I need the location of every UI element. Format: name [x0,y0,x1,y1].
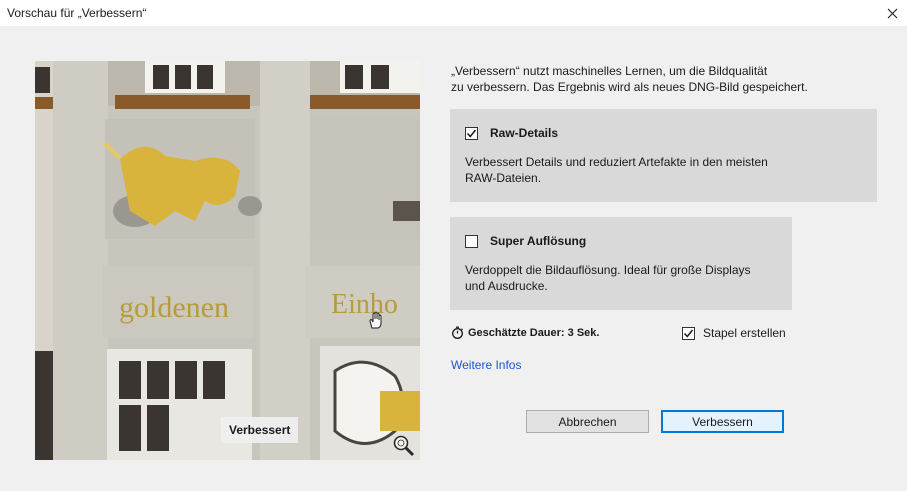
close-button[interactable] [877,0,907,26]
preview-image[interactable]: goldenen Einho Verbessert [35,61,420,460]
super-resolution-description: Verdoppelt die Bildauflösung. Ideal für … [465,262,805,294]
preview-label: Verbessert [221,417,299,443]
title-bar: Vorschau für „Verbessern“ [0,0,907,26]
raw-details-panel[interactable]: Raw-Details Verbessert Details und reduz… [450,109,877,202]
description-line-2: zu verbessern. Das Ergebnis wird als neu… [451,80,808,94]
description-line-1: „Verbessern“ nutzt maschinelles Lernen, … [451,64,768,78]
raw-details-option[interactable]: Raw-Details [465,126,558,140]
cancel-button[interactable]: Abbrechen [526,410,649,433]
super-resolution-line-2: und Ausdrucke. [465,279,548,293]
stopwatch-icon [452,326,463,339]
enhance-button[interactable]: Verbessern [661,410,784,433]
create-stack-checkbox[interactable] [682,326,695,340]
raw-details-description: Verbessert Details und reduziert Artefak… [465,154,805,186]
building-facade-image: goldenen Einho [35,61,420,460]
estimated-duration-label: Geschätzte Dauer: 3 Sek. [468,326,600,339]
checkmark-icon [466,129,477,138]
super-resolution-line-1: Verdoppelt die Bildauflösung. Ideal für … [465,263,751,277]
super-resolution-title: Super Auflösung [490,234,587,248]
zoom-icon[interactable] [391,433,417,459]
estimated-duration: Geschätzte Dauer: 3 Sek. [451,326,599,339]
super-resolution-checkbox[interactable] [465,234,478,248]
create-stack-option[interactable]: Stapel erstellen [682,326,786,340]
sign-text-right: Einho [331,289,398,320]
sign-text-left: goldenen [119,291,229,324]
create-stack-label: Stapel erstellen [703,326,786,340]
super-resolution-panel[interactable]: Super Auflösung Verdoppelt die Bildauflö… [450,217,792,310]
description: „Verbessern“ nutzt maschinelles Lernen, … [451,63,891,95]
hand-cursor-icon [366,310,386,330]
super-resolution-option[interactable]: Super Auflösung [465,234,586,248]
window-title: Vorschau für „Verbessern“ [7,6,147,20]
raw-details-checkbox[interactable] [465,126,478,140]
more-info-link[interactable]: Weitere Infos [451,358,521,372]
raw-details-line-2: RAW-Dateien. [465,171,542,185]
raw-details-line-1: Verbessert Details und reduziert Artefak… [465,155,768,169]
checkmark-icon [683,329,694,338]
close-icon [887,8,897,18]
raw-details-title: Raw-Details [490,126,559,140]
